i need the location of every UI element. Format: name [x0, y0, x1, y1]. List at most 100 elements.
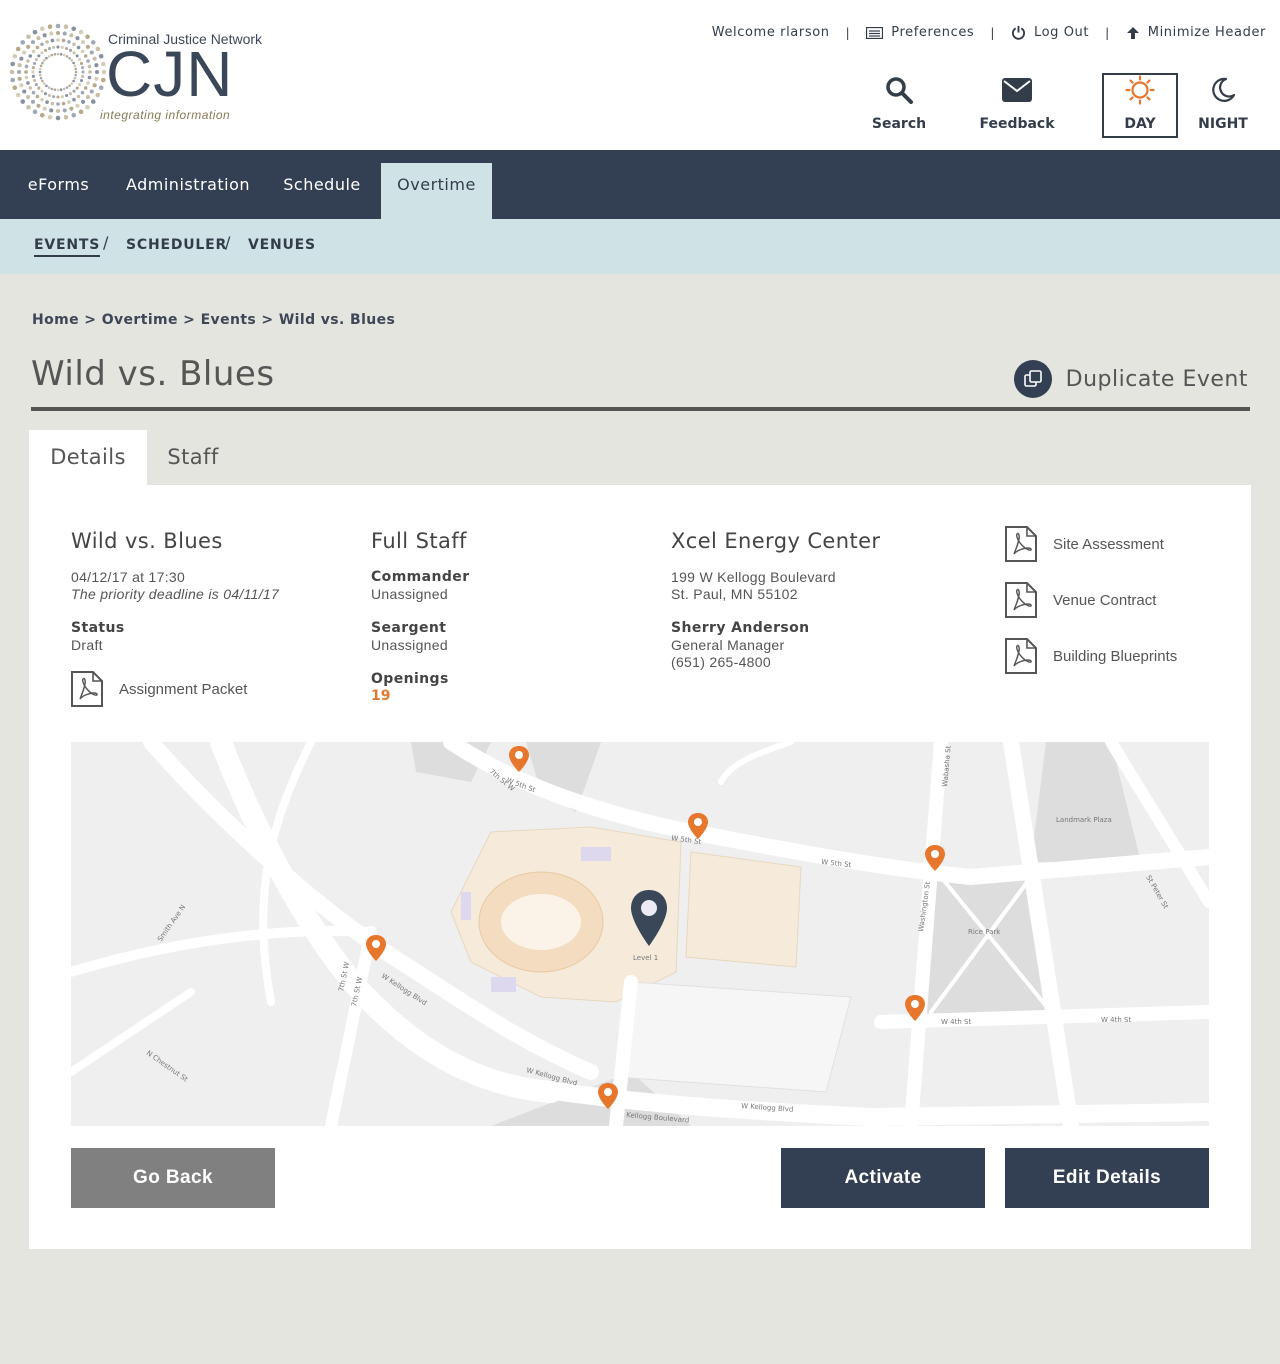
day-mode-button[interactable]: DAY	[1095, 72, 1185, 132]
activate-button[interactable]: Activate	[781, 1148, 985, 1208]
logo-ray-dot	[90, 99, 96, 104]
logo-ray-dot	[55, 115, 61, 121]
venue-contact-name: Sherry Anderson	[671, 620, 810, 636]
feedback-button[interactable]: Feedback	[972, 72, 1062, 132]
logo-ray-dot	[10, 61, 15, 67]
logo-ray-dot	[81, 74, 85, 78]
logo-ray-dot	[83, 86, 88, 90]
logo-ray-dot	[38, 73, 42, 77]
logo-ray-dot	[62, 53, 66, 57]
logo-ray-dot	[28, 54, 33, 58]
logo-ray-dot	[31, 74, 35, 78]
night-mode-button[interactable]: NIGHT	[1178, 72, 1268, 132]
nav-item-overtime[interactable]: Overtime	[381, 163, 492, 219]
search-button[interactable]: Search	[854, 72, 944, 132]
map-canvas[interactable]: W 5th St W 5th St W 5th St W 4th St W 4t…	[71, 742, 1209, 1126]
go-back-button[interactable]: Go Back	[71, 1148, 275, 1208]
logo-ray-dot	[85, 34, 90, 40]
logo-ray-dot	[40, 42, 44, 47]
logo-ray-dot	[72, 79, 75, 83]
commander-label: Commander	[371, 569, 470, 585]
building-blueprints-label: Building Blueprints	[1053, 647, 1178, 665]
venue-address-line2: St. Paul, MN 55102	[671, 586, 798, 602]
pdf-icon	[1005, 526, 1037, 562]
event-datetime: 04/12/17 at 17:30	[71, 569, 186, 585]
logo-ray-dot	[32, 61, 37, 65]
subnav-item-events[interactable]: EVENTS	[34, 237, 101, 257]
site-assessment-link[interactable]: Site Assessment	[1005, 526, 1164, 562]
nav-item-administration[interactable]: Administration	[118, 163, 258, 219]
logo-ray-dot	[45, 40, 49, 44]
logo-ray-dot	[62, 31, 67, 36]
venue-map[interactable]: W 5th St W 5th St W 5th St W 4th St W 4t…	[71, 742, 1209, 1126]
duplicate-event-button[interactable]: Duplicate Event	[1013, 360, 1248, 398]
logo-ray-dot	[81, 66, 85, 70]
nav-item-schedule[interactable]: Schedule	[272, 163, 372, 219]
logo-ray-dot	[67, 40, 71, 44]
map-detail	[581, 847, 611, 861]
logo-ray-dot	[50, 53, 54, 57]
logo-ray-dot	[56, 95, 60, 99]
logo-ray-dot	[59, 88, 63, 92]
logo-ray-dot	[62, 87, 66, 91]
openings-label: Openings	[371, 671, 449, 687]
logo-ray-dot	[78, 57, 82, 62]
edit-details-button[interactable]: Edit Details	[1005, 1148, 1209, 1208]
logo-ray-dot	[15, 46, 21, 52]
logo-ray-dot	[22, 50, 27, 55]
logo-ray-dot	[94, 63, 99, 68]
logo-ray-dot	[36, 103, 41, 108]
logo-ray-dot	[17, 63, 22, 68]
site-header: Criminal Justice Network CJN integrating…	[0, 0, 1280, 150]
logout-link[interactable]: Log Out	[1011, 25, 1089, 40]
logo-ray-dot	[72, 51, 76, 55]
logo-ray-dot	[37, 86, 41, 90]
tab-details[interactable]: Details	[29, 430, 147, 486]
subnav-item-venues[interactable]: VENUES	[248, 237, 316, 253]
logo-ray-dot	[95, 46, 101, 52]
minimize-header-link[interactable]: Minimize Header	[1126, 25, 1266, 40]
logo-ray-dot	[74, 67, 78, 71]
preferences-label: Preferences	[891, 25, 975, 40]
logo-ray-dot	[87, 64, 92, 69]
tab-staff[interactable]: Staff	[147, 430, 239, 486]
logo-ray-dot	[78, 29, 84, 35]
logo-ray-dot	[56, 102, 60, 106]
parking-building	[615, 981, 852, 1093]
duplicate-icon	[1013, 360, 1052, 398]
cjn-logo[interactable]: Criminal Justice Network CJN integrating…	[8, 22, 262, 124]
logo-ray-dot	[68, 92, 73, 96]
venue-contract-link[interactable]: Venue Contract	[1005, 582, 1156, 618]
logo-ray-dot	[75, 36, 80, 41]
logo-ray-dot	[22, 89, 27, 94]
logo-ray-dot	[65, 93, 69, 98]
logo-ray-dot	[61, 101, 66, 106]
logo-ray-dot	[74, 73, 78, 77]
priority-deadline: The priority deadline is 04/11/17	[71, 586, 280, 602]
status-label: Status	[71, 620, 125, 636]
logo-ray-dot	[39, 26, 45, 32]
sergeant-label: Seargent	[371, 620, 447, 636]
logo-ray-dot	[39, 64, 43, 68]
preferences-link[interactable]: Preferences	[866, 25, 974, 40]
logo-ray-dot	[26, 44, 31, 49]
envelope-icon	[1002, 78, 1032, 102]
logo-ray-dot	[12, 85, 18, 91]
assignment-packet-link[interactable]: Assignment Packet	[71, 671, 247, 707]
subnav-item-scheduler[interactable]: SCHEDULER	[126, 237, 227, 253]
logo-ray-dot	[35, 94, 40, 99]
sub-nav: EVENTS / SCHEDULER / VENUES	[0, 219, 1280, 274]
logo-ray-dot	[67, 100, 71, 104]
logo-ray-dot	[50, 87, 54, 91]
logo-ray-dot	[89, 89, 94, 94]
logo-ray-dot	[31, 49, 36, 54]
logo-ray-dot	[98, 53, 104, 59]
breadcrumb[interactable]: Home > Overtime > Events > Wild vs. Blue…	[32, 312, 395, 328]
logo-ray-dot	[92, 56, 97, 61]
logo-ray-dot	[55, 108, 61, 114]
building-blueprints-link[interactable]: Building Blueprints	[1005, 638, 1177, 674]
logo-ray-dot	[68, 48, 73, 52]
logo-ray-dot	[50, 38, 55, 43]
nav-item-eforms[interactable]: eForms	[14, 163, 103, 219]
logo-ray-dot	[31, 90, 36, 95]
